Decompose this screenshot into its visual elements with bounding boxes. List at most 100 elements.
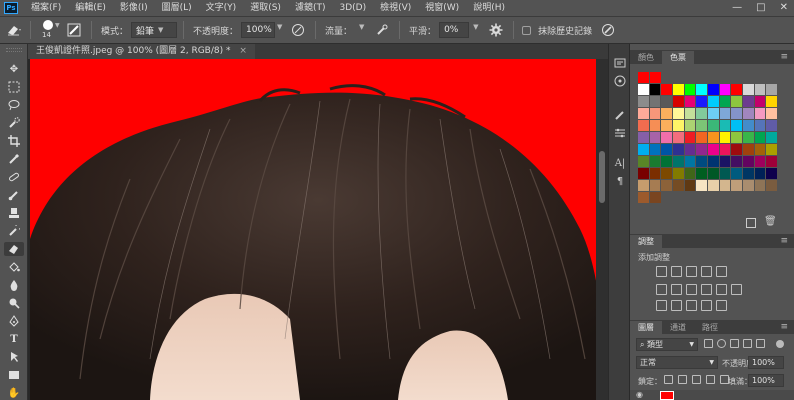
- swatch[interactable]: [719, 180, 731, 191]
- swatch[interactable]: [661, 132, 673, 143]
- swatch[interactable]: [731, 132, 743, 143]
- swatch[interactable]: [684, 96, 696, 107]
- lock-transparent-icon[interactable]: [664, 375, 673, 384]
- swatch[interactable]: [731, 180, 743, 191]
- dodge-tool-icon[interactable]: [4, 296, 24, 310]
- swatch[interactable]: [766, 156, 778, 167]
- menu-image[interactable]: 影像(I): [113, 0, 155, 16]
- swatch[interactable]: [696, 144, 708, 155]
- invert-icon[interactable]: [656, 300, 667, 311]
- airbrush-icon[interactable]: [375, 23, 389, 37]
- lasso-tool-icon[interactable]: [4, 98, 24, 112]
- swatch[interactable]: [743, 168, 754, 179]
- menu-edit[interactable]: 編輯(E): [68, 0, 113, 16]
- fill-field[interactable]: 100%: [748, 374, 784, 387]
- swatch[interactable]: [696, 84, 708, 95]
- chevron-down-icon[interactable]: ▼: [473, 23, 481, 37]
- swatch[interactable]: [754, 120, 766, 131]
- menu-help[interactable]: 說明(H): [466, 0, 512, 16]
- move-tool-icon[interactable]: ✥: [4, 62, 24, 76]
- lock-image-icon[interactable]: [678, 375, 687, 384]
- type-tool-icon[interactable]: T: [4, 332, 24, 346]
- menu-view[interactable]: 檢視(V): [373, 0, 418, 16]
- selective-color-icon[interactable]: [716, 300, 727, 311]
- opacity-field[interactable]: 100%: [241, 22, 276, 38]
- close-window-button[interactable]: ✕: [780, 0, 788, 16]
- swatch[interactable]: [708, 108, 719, 119]
- swatch[interactable]: [650, 192, 661, 203]
- swatch[interactable]: [661, 168, 673, 179]
- clone-stamp-tool-icon[interactable]: [4, 206, 24, 220]
- swatch[interactable]: [743, 180, 754, 191]
- swatch[interactable]: [661, 84, 673, 95]
- gear-icon[interactable]: [489, 23, 503, 37]
- maximize-button[interactable]: □: [756, 0, 765, 16]
- swatch[interactable]: [743, 108, 754, 119]
- layer-opacity-field[interactable]: 100%: [748, 356, 784, 369]
- swatch[interactable]: [684, 132, 696, 143]
- swatch[interactable]: [719, 96, 731, 107]
- pen-tool-icon[interactable]: [4, 314, 24, 328]
- eraser-tool-preset-icon[interactable]: [6, 23, 21, 37]
- minimize-button[interactable]: —: [732, 0, 742, 16]
- swatch[interactable]: [731, 84, 743, 95]
- levels-icon[interactable]: [671, 266, 682, 277]
- swatch[interactable]: [754, 132, 766, 143]
- brush-tool-icon[interactable]: [4, 188, 24, 202]
- menu-3d[interactable]: 3D(D): [332, 0, 373, 16]
- scrollbar-thumb[interactable]: [599, 151, 605, 203]
- swatch[interactable]: [638, 144, 649, 155]
- swatch[interactable]: [708, 156, 719, 167]
- properties-panel-icon[interactable]: [613, 74, 627, 88]
- swatch[interactable]: [766, 120, 778, 131]
- swatch[interactable]: [731, 120, 743, 131]
- paragraph-panel-icon[interactable]: ¶: [613, 174, 627, 188]
- menu-window[interactable]: 視窗(W): [418, 0, 466, 16]
- tab-swatches[interactable]: 色票: [662, 51, 694, 64]
- swatch[interactable]: [673, 96, 684, 107]
- swatch[interactable]: [649, 144, 661, 155]
- swatch[interactable]: [661, 144, 673, 155]
- quick-selection-tool-icon[interactable]: [4, 116, 24, 130]
- eyedropper-tool-icon[interactable]: [4, 152, 24, 166]
- swatch[interactable]: [754, 168, 766, 179]
- channel-mixer-icon[interactable]: [716, 284, 727, 295]
- swatch[interactable]: [661, 120, 673, 131]
- erase-to-history-checkbox[interactable]: [522, 25, 532, 35]
- swatch[interactable]: [754, 84, 766, 95]
- swatch[interactable]: [638, 168, 649, 179]
- swatch[interactable]: [649, 96, 661, 107]
- swatch[interactable]: [638, 180, 649, 191]
- tab-layers[interactable]: 圖層: [630, 321, 662, 334]
- swatch[interactable]: [696, 156, 708, 167]
- swatch[interactable]: [743, 144, 754, 155]
- swatch[interactable]: [650, 72, 661, 83]
- hand-tool-icon[interactable]: ✋: [4, 386, 24, 400]
- swatch[interactable]: [638, 156, 649, 167]
- swatch[interactable]: [638, 120, 649, 131]
- swatch[interactable]: [638, 84, 649, 95]
- swatch[interactable]: [754, 96, 766, 107]
- lock-position-icon[interactable]: [692, 375, 701, 384]
- swatch[interactable]: [708, 180, 719, 191]
- swatch[interactable]: [754, 156, 766, 167]
- swatch[interactable]: [638, 108, 649, 119]
- new-swatch-icon[interactable]: [746, 218, 756, 228]
- filter-shape-icon[interactable]: [743, 339, 752, 348]
- document-canvas[interactable]: [30, 59, 596, 400]
- swatch[interactable]: [731, 96, 743, 107]
- crop-tool-icon[interactable]: [4, 134, 24, 148]
- swatch[interactable]: [708, 84, 719, 95]
- menu-select[interactable]: 選取(S): [243, 0, 288, 16]
- swatch[interactable]: [661, 180, 673, 191]
- swatch[interactable]: [719, 108, 731, 119]
- swatch[interactable]: [766, 84, 778, 95]
- swatch[interactable]: [731, 144, 743, 155]
- swatch[interactable]: [719, 168, 731, 179]
- color-balance-icon[interactable]: [671, 284, 682, 295]
- swatch[interactable]: [649, 156, 661, 167]
- vibrance-icon[interactable]: [716, 266, 727, 277]
- swatch[interactable]: [766, 168, 778, 179]
- swatch[interactable]: [743, 132, 754, 143]
- swatch[interactable]: [673, 168, 684, 179]
